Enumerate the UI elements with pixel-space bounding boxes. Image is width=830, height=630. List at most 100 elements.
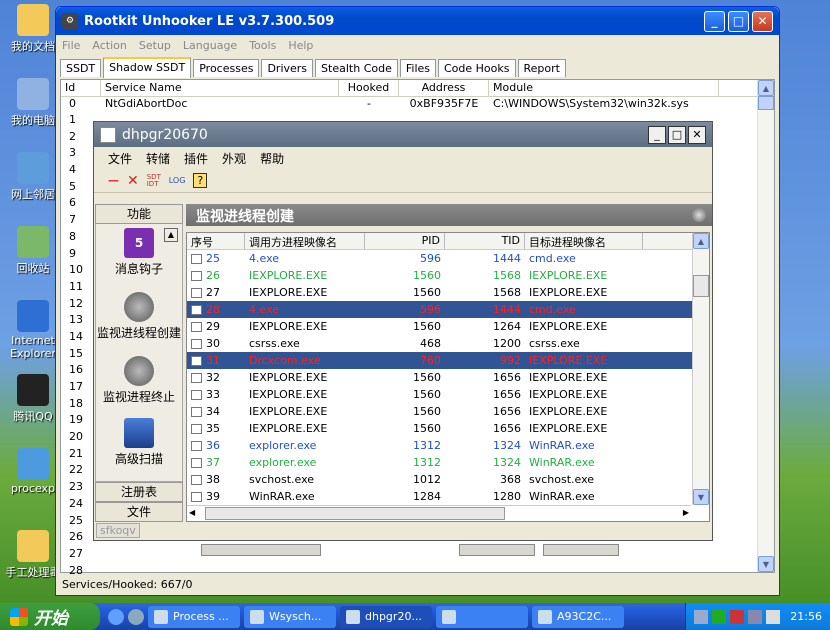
table-row[interactable]: 31 Drcxcom.exe 760 992 IEXPLORE.EXE — [187, 352, 692, 369]
log-icon[interactable]: LOG — [169, 176, 186, 185]
col-caller[interactable]: 调用方进程映像名 — [245, 233, 365, 249]
tab[interactable]: Files — [399, 59, 436, 77]
scroll-left-icon[interactable]: ◀ — [189, 508, 195, 517]
col-service-name[interactable]: Service Name — [101, 80, 339, 96]
menu-item[interactable]: File — [62, 39, 80, 52]
minus-icon[interactable]: — — [108, 174, 119, 187]
desktop-icon[interactable]: 我的文档 — [4, 4, 62, 54]
sdt-idt-icon[interactable]: SDT IDT — [147, 173, 161, 188]
table-row[interactable]: 37 explorer.exe 1312 1324 WinRAR.exe — [187, 454, 692, 471]
scroll-down-icon[interactable]: ▼ — [693, 489, 709, 505]
menu-item[interactable]: Help — [288, 39, 313, 52]
maximize-button[interactable]: □ — [728, 10, 749, 32]
function-item-advanced-scan[interactable]: 高级扫描 — [96, 418, 182, 467]
maximize-button[interactable]: □ — [668, 125, 686, 144]
scroll-up-icon[interactable]: ▲ — [758, 80, 774, 96]
close-button[interactable]: ✕ — [752, 10, 773, 32]
table-row[interactable]: 35 IEXPLORE.EXE 1560 1656 IEXPLORE.EXE — [187, 420, 692, 437]
desktop-icon[interactable]: 腾讯QQ — [4, 374, 62, 424]
taskbar-button[interactable] — [436, 605, 528, 628]
tray-icon[interactable] — [694, 609, 709, 624]
rootkit-titlebar[interactable]: ⚙ Rootkit Unhooker LE v3.7.300.509 _ □ ✕ — [56, 7, 779, 35]
table-row[interactable]: 0 NtGdiAbortDoc - 0xBF935F7E C:\WINDOWS\… — [61, 97, 774, 112]
function-item-monitor-terminate[interactable]: 监视进程终止 — [96, 356, 182, 405]
table-row[interactable]: 38 svchost.exe 1012 368 svchost.exe — [187, 471, 692, 488]
desktop-icon[interactable]: Internet Explorer — [4, 300, 62, 360]
desktop-icon[interactable]: 回收站 — [4, 226, 62, 276]
scroll-right-icon[interactable]: ▶ — [683, 508, 689, 517]
tray-icon[interactable] — [712, 609, 727, 624]
table-row[interactable]: 32 IEXPLORE.EXE 1560 1656 IEXPLORE.EXE — [187, 369, 692, 386]
scroll-thumb[interactable] — [205, 507, 505, 520]
start-button[interactable]: 开始 — [0, 603, 100, 630]
desktop-icon[interactable]: 我的电脑 — [4, 78, 62, 128]
delete-icon[interactable]: ✕ — [127, 173, 139, 189]
tab[interactable]: Drivers — [261, 59, 314, 77]
table-row[interactable]: 34 IEXPLORE.EXE 1560 1656 IEXPLORE.EXE — [187, 403, 692, 420]
table-row[interactable]: 33 IEXPLORE.EXE 1560 1656 IEXPLORE.EXE — [187, 386, 692, 403]
tray-icon[interactable] — [766, 609, 781, 624]
col-pid[interactable]: PID — [365, 233, 445, 249]
panel-close-icon[interactable] — [692, 208, 706, 222]
menu-item[interactable]: 转储 — [146, 150, 170, 167]
menu-item[interactable]: Setup — [139, 39, 171, 52]
menu-item[interactable]: Tools — [249, 39, 276, 52]
tray-icon[interactable] — [730, 609, 745, 624]
menu-item[interactable]: 插件 — [184, 150, 208, 167]
menu-item[interactable]: 文件 — [108, 150, 132, 167]
scroll-up-icon[interactable]: ▲ — [693, 233, 709, 249]
minimize-button[interactable]: _ — [704, 10, 725, 32]
table-row[interactable]: 26 IEXPLORE.EXE 1560 1568 IEXPLORE.EXE — [187, 267, 692, 284]
desktop-icon[interactable]: 手工处理毒 — [4, 530, 62, 580]
taskbar-button[interactable]: dhpgr20... — [340, 605, 432, 628]
table-row[interactable]: 28 4.exe 596 1444 cmd.exe — [187, 301, 692, 318]
table-row[interactable]: 25 4.exe 596 1444 cmd.exe — [187, 250, 692, 267]
tab[interactable]: Shadow SSDT — [103, 57, 192, 78]
bg-button[interactable] — [459, 544, 535, 556]
desktop-icon[interactable]: 网上邻居 — [4, 152, 62, 202]
menu-item[interactable]: Language — [183, 39, 237, 52]
grid-hscroll[interactable]: ◀ ▶ — [187, 505, 691, 521]
scroll-thumb[interactable] — [693, 275, 709, 297]
taskbar-button[interactable]: Wsysch... — [244, 605, 336, 628]
table-row[interactable]: 29 IEXPLORE.EXE 1560 1264 IEXPLORE.EXE — [187, 318, 692, 335]
tray-icon[interactable] — [748, 609, 763, 624]
minimize-button[interactable]: _ — [648, 125, 666, 144]
bg-button[interactable] — [543, 544, 619, 556]
table-row[interactable]: 39 WinRAR.exe 1284 1280 WinRAR.exe — [187, 488, 692, 505]
dhpgr-titlebar[interactable]: dhpgr20670 _ □ ✕ — [94, 122, 712, 147]
col-tid[interactable]: TID — [445, 233, 525, 249]
taskbar-button[interactable]: Process ... — [148, 605, 240, 628]
col-module[interactable]: Module — [489, 80, 719, 96]
scroll-down-icon[interactable]: ▼ — [758, 556, 774, 572]
bg-button[interactable] — [201, 544, 321, 556]
tab[interactable]: Processes — [193, 59, 260, 77]
menu-item[interactable]: Action — [92, 39, 126, 52]
table-row[interactable]: 30 csrss.exe 468 1200 csrss.exe — [187, 335, 692, 352]
registry-button[interactable]: 注册表 — [95, 482, 183, 502]
grid-vscroll[interactable]: ▲ ▼ — [692, 233, 709, 505]
close-button[interactable]: ✕ — [688, 125, 706, 144]
table-row[interactable]: 36 explorer.exe 1312 1324 WinRAR.exe — [187, 437, 692, 454]
row-id[interactable]: 27 — [61, 547, 101, 564]
taskbar-button[interactable]: A93C2C... — [532, 605, 624, 628]
col-number[interactable]: 序号 — [187, 233, 245, 249]
tab[interactable]: Stealth Code — [315, 59, 398, 77]
col-hooked[interactable]: Hooked — [339, 80, 399, 96]
tab[interactable]: Report — [517, 59, 566, 77]
function-item-message-hook[interactable]: 5 消息钩子 — [96, 228, 182, 277]
scroll-thumb[interactable] — [758, 96, 774, 110]
tab[interactable]: SSDT — [60, 59, 102, 77]
desktop-icon[interactable]: procexp — [4, 448, 62, 495]
menu-item[interactable]: 外观 — [222, 150, 246, 167]
app-icon[interactable] — [128, 608, 144, 625]
col-target[interactable]: 目标进程映像名 — [525, 233, 643, 249]
menu-item[interactable]: 帮助 — [260, 150, 284, 167]
col-id[interactable]: Id — [61, 80, 101, 96]
ie-icon[interactable] — [108, 608, 124, 625]
help-icon[interactable]: ? — [193, 173, 208, 188]
col-address[interactable]: Address — [399, 80, 489, 96]
function-button[interactable]: 功能 — [95, 204, 183, 224]
table-row[interactable]: 27 IEXPLORE.EXE 1560 1568 IEXPLORE.EXE — [187, 284, 692, 301]
rootkit-vscroll[interactable]: ▲ ▼ — [757, 80, 774, 572]
